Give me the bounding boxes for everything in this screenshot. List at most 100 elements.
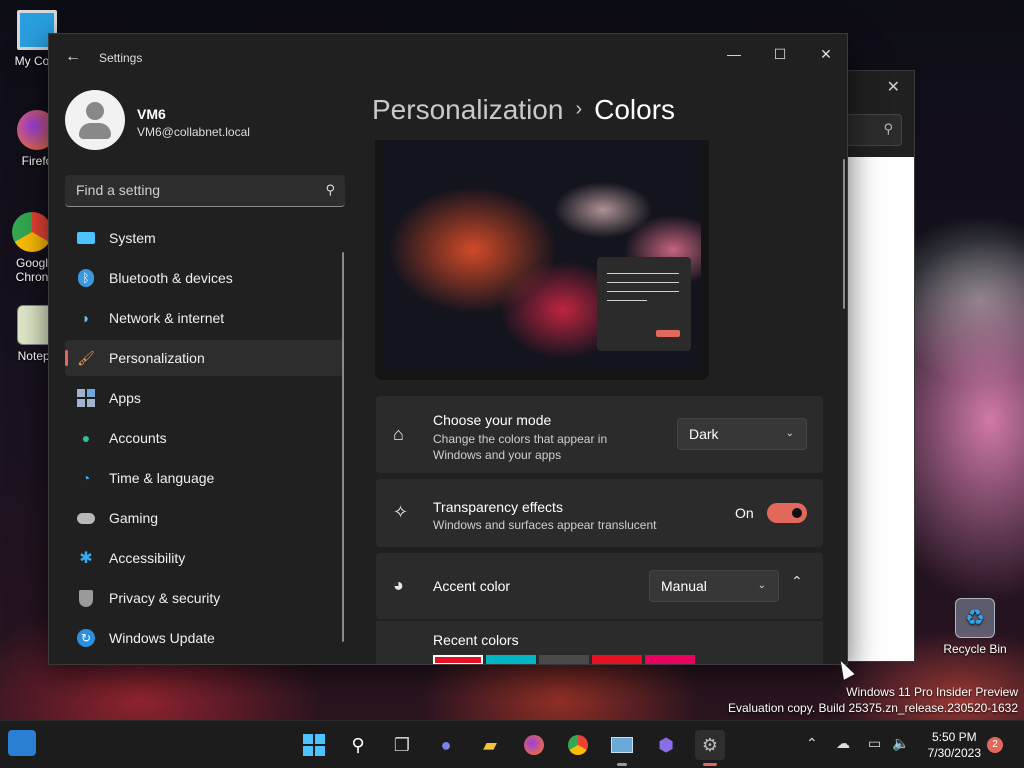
firefox-icon [524, 735, 544, 755]
mode-value: Dark [689, 426, 719, 442]
recent-colors-label: Recent colors [433, 632, 519, 648]
sidebar-item-personalization[interactable]: 🖌 Personalization [65, 340, 343, 376]
recent-color-swatch[interactable] [592, 655, 642, 664]
title-bar[interactable]: ← Settings — ☐ ✕ [49, 34, 847, 82]
maximize-button[interactable]: ☐ [757, 40, 803, 68]
chevron-down-icon: ⌄ [757, 580, 766, 591]
wifi-icon: ◗ [81, 310, 91, 326]
recent-color-swatch[interactable] [539, 655, 589, 664]
sidebar-item-privacy[interactable]: Privacy & security [65, 580, 343, 616]
clock[interactable]: 5:50 PM 7/30/2023 [928, 729, 981, 761]
accent-dropdown[interactable]: Manual ⌄ [649, 570, 779, 602]
sidebar-scrollbar[interactable] [342, 252, 344, 642]
page-title: Colors [594, 94, 676, 125]
mode-title: Choose your mode [433, 412, 552, 428]
task-view-icon: ❐ [393, 734, 411, 755]
clock-date: 7/30/2023 [927, 746, 981, 760]
user-name: VM6 [137, 106, 166, 122]
file-explorer-button[interactable]: ▰ [475, 730, 505, 760]
evaluation-watermark: Windows 11 Pro Insider Preview Evaluatio… [728, 685, 1018, 715]
settings-search[interactable]: ⚲ [65, 175, 345, 207]
chevron-up-icon[interactable]: ⌃ [806, 735, 818, 752]
close-icon[interactable]: ✕ [887, 77, 900, 97]
minimize-button[interactable]: — [711, 40, 757, 68]
recent-color-swatch[interactable] [645, 655, 695, 664]
task-view-button[interactable]: ❐ [387, 730, 417, 760]
mode-card: ⌂ Choose your mode Change the colors tha… [376, 396, 823, 473]
chrome-icon [12, 212, 52, 252]
bluetooth-icon: ᛒ [75, 268, 97, 288]
transparency-title: Transparency effects [433, 499, 563, 515]
search-button[interactable]: ⚲ [343, 730, 373, 760]
system-icon [75, 228, 97, 248]
transparency-description: Windows and surfaces appear translucent [433, 518, 657, 532]
settings-taskbar-button[interactable]: ⚙ [695, 730, 725, 766]
sidebar-item-network[interactable]: ◗ Network & internet [65, 300, 343, 336]
widgets-icon[interactable] [8, 730, 36, 756]
shield-icon [75, 588, 97, 608]
recent-color-swatch[interactable] [486, 655, 536, 664]
accent-value: Manual [661, 578, 707, 594]
mode-dropdown[interactable]: Dark ⌄ [677, 418, 807, 450]
chat-icon: ● [440, 734, 452, 755]
firefox-button[interactable] [519, 730, 549, 760]
apps-icon [75, 388, 97, 408]
start-button[interactable] [299, 730, 329, 760]
avatar[interactable] [65, 90, 125, 150]
accounts-icon: ● [81, 430, 91, 446]
transparency-state: On [735, 505, 754, 521]
sidebar-nav: System ᛒ Bluetooth & devices ◗ Network &… [65, 220, 343, 660]
paintbrush-icon: 🖌 [77, 349, 95, 366]
breadcrumb-parent[interactable]: Personalization [372, 94, 563, 125]
accessibility-icon: ✱ [79, 550, 93, 567]
breadcrumb: Personalization › Colors [372, 94, 675, 126]
control-panel-icon [611, 737, 633, 753]
clock-globe-icon: ◔ [81, 470, 91, 486]
teams-chat-button[interactable]: ● [431, 730, 461, 760]
sidebar-item-time-language[interactable]: ◔ Time & language [65, 460, 343, 496]
onedrive-icon[interactable]: ☁ [836, 735, 850, 752]
search-icon: ⚲ [351, 734, 365, 755]
clock-time: 5:50 PM [931, 730, 977, 744]
gear-icon: ⚙ [701, 734, 719, 755]
desktop-icon-recycle-bin[interactable]: ♻ Recycle Bin [940, 598, 1010, 656]
back-arrow-icon[interactable]: ← [65, 48, 81, 66]
sidebar-item-gaming[interactable]: Gaming [65, 500, 343, 536]
background-search-box[interactable]: ⚲ [846, 114, 902, 146]
recent-color-swatch[interactable] [433, 655, 483, 664]
transparency-card: ✧ Transparency effects Windows and surfa… [376, 479, 823, 547]
background-window-content [848, 157, 914, 661]
transparency-toggle[interactable] [767, 503, 807, 523]
sidebar-item-system[interactable]: System [65, 220, 343, 256]
chrome-button[interactable] [563, 730, 593, 760]
folder-icon: ▰ [483, 734, 497, 755]
window-title: Settings [99, 51, 143, 65]
mode-description: Change the colors that appear in Windows… [433, 432, 608, 462]
network-icon[interactable]: ▭ [868, 735, 881, 752]
settings-window[interactable]: ← Settings — ☐ ✕ VM6 VM6@collabnet.local… [48, 33, 848, 665]
control-panel-button[interactable] [607, 730, 637, 766]
volume-icon[interactable]: 🔈 [892, 735, 909, 752]
sidebar-item-windows-update[interactable]: ↻ Windows Update [65, 620, 343, 656]
search-input[interactable] [65, 175, 305, 205]
sidebar-item-apps[interactable]: Apps [65, 380, 343, 416]
chevron-up-icon[interactable]: ⌃ [791, 573, 803, 590]
gamepad-icon [75, 508, 97, 528]
windows-logo-icon [303, 734, 325, 756]
update-icon: ↻ [75, 628, 97, 648]
close-button[interactable]: ✕ [803, 40, 847, 68]
sidebar-item-accounts[interactable]: ● Accounts [65, 420, 343, 456]
accent-color-title: Accent color [433, 578, 511, 594]
taskbar: ⚲ ❐ ● ▰ ⬢ ⚙ ⌃ ☁ ▭ 🔈 5:50 PM 7/30/2023 2 [0, 720, 1024, 768]
sidebar-item-accessibility[interactable]: ✱ Accessibility [65, 540, 343, 576]
accent-color-card[interactable]: ◕ Accent color Manual ⌄ ⌃ [376, 553, 823, 619]
sidebar-item-bluetooth[interactable]: ᛒ Bluetooth & devices [65, 260, 343, 296]
sparkle-icon: ✧ [393, 502, 409, 522]
chevron-down-icon: ⌄ [785, 428, 794, 439]
search-icon[interactable]: ⚲ [325, 182, 335, 198]
content-scrollbar[interactable] [843, 159, 845, 309]
power-automate-button[interactable]: ⬢ [651, 730, 681, 760]
notification-badge[interactable]: 2 [987, 737, 1003, 753]
recycle-bin-icon: ♻ [955, 598, 995, 638]
user-email: VM6@collabnet.local [137, 125, 250, 139]
